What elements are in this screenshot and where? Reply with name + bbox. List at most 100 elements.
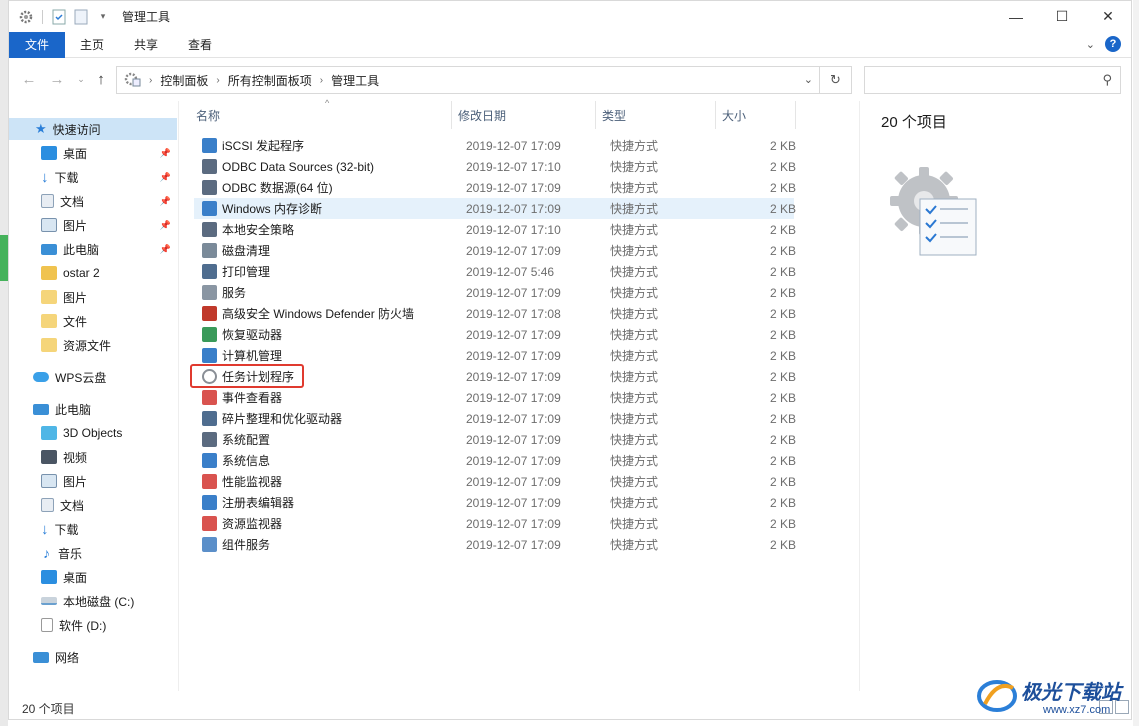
memory-diagnostic-icon bbox=[202, 201, 217, 216]
nav-label: 图片 bbox=[63, 290, 88, 305]
file-row[interactable]: iSCSI 发起程序 2019-12-07 17:09 快捷方式 2 KB bbox=[194, 135, 796, 156]
refresh-icon[interactable]: ↻ bbox=[820, 66, 852, 94]
breadcrumb-admin-tools[interactable]: 管理工具 bbox=[331, 72, 379, 89]
help-icon[interactable]: ? bbox=[1105, 36, 1121, 52]
nav-item-folder-resources[interactable]: 资源文件 bbox=[9, 334, 177, 356]
column-size[interactable]: 大小 bbox=[716, 101, 796, 129]
cloud-icon bbox=[33, 372, 49, 382]
file-row[interactable]: Windows 内存诊断 2019-12-07 17:09 快捷方式 2 KB bbox=[194, 198, 796, 219]
picture-icon bbox=[41, 474, 57, 488]
file-row[interactable]: 磁盘清理 2019-12-07 17:09 快捷方式 2 KB bbox=[194, 240, 796, 261]
file-row[interactable]: 注册表编辑器 2019-12-07 17:09 快捷方式 2 KB bbox=[194, 492, 796, 513]
nav-item-pictures[interactable]: 图片 📌 bbox=[9, 214, 177, 236]
nav-item-3d-objects[interactable]: 3D Objects bbox=[9, 422, 177, 444]
nav-item-pc-desktop[interactable]: 桌面 bbox=[9, 566, 177, 588]
nav-label: 文档 bbox=[60, 498, 85, 513]
file-type: 快捷方式 bbox=[610, 454, 659, 468]
nav-label: 桌面 bbox=[63, 146, 88, 161]
file-row[interactable]: 资源监视器 2019-12-07 17:09 快捷方式 2 KB bbox=[194, 513, 796, 534]
download-icon: ↓ bbox=[41, 520, 49, 538]
control-panel-gear-icon[interactable] bbox=[17, 8, 35, 26]
file-row[interactable]: 恢复驱动器 2019-12-07 17:09 快捷方式 2 KB bbox=[194, 324, 796, 345]
explorer-window: ▾ 管理工具 — ☐ ✕ 文件 主页 共享 查看 ⌄ ? ← → ⌄ ↑ › 控… bbox=[8, 0, 1132, 720]
nav-item-ostar[interactable]: ostar 2 bbox=[9, 262, 177, 284]
file-row[interactable]: 碎片整理和优化驱动器 2019-12-07 17:09 快捷方式 2 KB bbox=[194, 408, 796, 429]
forward-arrow-icon[interactable]: → bbox=[47, 69, 67, 89]
tab-file[interactable]: 文件 bbox=[9, 31, 66, 58]
minimize-button[interactable]: — bbox=[993, 1, 1039, 32]
column-name[interactable]: 名称 bbox=[190, 101, 452, 129]
column-type[interactable]: 类型 bbox=[596, 101, 716, 129]
ribbon-tabs: 文件 主页 共享 查看 ⌄ ? bbox=[9, 31, 1131, 58]
file-row[interactable]: 事件查看器 2019-12-07 17:09 快捷方式 2 KB bbox=[194, 387, 796, 408]
tab-view[interactable]: 查看 bbox=[173, 32, 227, 58]
file-row[interactable]: 打印管理 2019-12-07 5:46 快捷方式 2 KB bbox=[194, 261, 796, 282]
new-folder-icon[interactable] bbox=[72, 8, 90, 26]
file-row[interactable]: ODBC Data Sources (32-bit) 2019-12-07 17:… bbox=[194, 156, 796, 177]
customize-toolbar-chevron-icon[interactable]: ▾ bbox=[94, 8, 112, 26]
file-row[interactable]: 计算机管理 2019-12-07 17:09 快捷方式 2 KB bbox=[194, 345, 796, 366]
file-type: 快捷方式 bbox=[610, 412, 659, 426]
file-row[interactable]: 系统信息 2019-12-07 17:09 快捷方式 2 KB bbox=[194, 450, 796, 471]
nav-item-downloads[interactable]: ↓ 下载 📌 bbox=[9, 166, 177, 188]
file-type: 快捷方式 bbox=[610, 160, 659, 174]
file-size: 2 KB bbox=[769, 264, 796, 279]
pin-icon: 📌 bbox=[159, 243, 171, 254]
expand-ribbon-chevron-down-icon[interactable]: ⌄ bbox=[1086, 38, 1095, 51]
services-gear-icon bbox=[202, 285, 217, 300]
breadcrumb-control-panel[interactable]: 控制面板 bbox=[160, 72, 208, 89]
address-dropdown-chevron-icon[interactable]: ⌄ bbox=[804, 73, 813, 86]
up-arrow-icon[interactable]: ↑ bbox=[91, 69, 111, 89]
nav-item-desktop[interactable]: 桌面 📌 bbox=[9, 142, 177, 164]
file-type: 快捷方式 bbox=[610, 265, 659, 279]
nav-item-pc-documents[interactable]: 文档 bbox=[9, 494, 177, 516]
nav-quick-access[interactable]: ★ 快速访问 bbox=[9, 118, 177, 140]
nav-label: 图片 bbox=[63, 474, 88, 489]
nav-label: 视频 bbox=[63, 450, 88, 465]
file-date: 2019-12-07 17:09 bbox=[466, 327, 561, 342]
network-icon bbox=[33, 651, 49, 663]
3d-objects-icon bbox=[41, 426, 57, 440]
nav-item-videos[interactable]: 视频 bbox=[9, 446, 177, 468]
file-date: 2019-12-07 17:09 bbox=[466, 537, 561, 552]
file-row[interactable]: 性能监视器 2019-12-07 17:09 快捷方式 2 KB bbox=[194, 471, 796, 492]
file-name: Windows 内存诊断 bbox=[222, 202, 323, 216]
nav-item-pc-pictures[interactable]: 图片 bbox=[9, 470, 177, 492]
admin-tools-large-icon bbox=[888, 163, 982, 260]
search-input[interactable]: ⚲ bbox=[864, 66, 1121, 94]
file-row[interactable]: 系统配置 2019-12-07 17:09 快捷方式 2 KB bbox=[194, 429, 796, 450]
status-bar: 20 个项目 bbox=[9, 697, 1131, 719]
nav-wps-cloud[interactable]: WPS云盘 bbox=[9, 366, 177, 388]
recent-locations-chevron-icon[interactable]: ⌄ bbox=[71, 69, 91, 89]
nav-item-music[interactable]: ♪ 音乐 bbox=[9, 542, 177, 564]
nav-this-pc[interactable]: 此电脑 bbox=[9, 398, 177, 420]
document-icon bbox=[41, 498, 54, 512]
column-date[interactable]: 修改日期 bbox=[452, 101, 596, 129]
nav-label: 桌面 bbox=[63, 570, 88, 585]
file-row[interactable]: 高级安全 Windows Defender 防火墙 2019-12-07 17:0… bbox=[194, 303, 796, 324]
window-title: 管理工具 bbox=[122, 10, 171, 24]
nav-item-folder-pictures[interactable]: 图片 bbox=[9, 286, 177, 308]
tab-home[interactable]: 主页 bbox=[65, 32, 119, 58]
address-bar[interactable]: › 控制面板 › 所有控制面板项 › 管理工具 ⌄ bbox=[116, 66, 820, 94]
file-row[interactable]: 服务 2019-12-07 17:09 快捷方式 2 KB bbox=[194, 282, 796, 303]
tab-share[interactable]: 共享 bbox=[119, 32, 173, 58]
file-row[interactable]: 本地安全策略 2019-12-07 17:10 快捷方式 2 KB bbox=[194, 219, 796, 240]
nav-item-this-pc-pinned[interactable]: 此电脑 📌 bbox=[9, 238, 177, 260]
nav-network[interactable]: 网络 bbox=[9, 646, 177, 668]
nav-item-drive-c[interactable]: 本地磁盘 (C:) bbox=[9, 590, 177, 612]
breadcrumb-all-items[interactable]: 所有控制面板项 bbox=[228, 72, 312, 89]
background-window-strip bbox=[0, 0, 8, 726]
nav-item-folder-files[interactable]: 文件 bbox=[9, 310, 177, 332]
nav-item-drive-d[interactable]: 软件 (D:) bbox=[9, 614, 177, 636]
file-row[interactable]: 组件服务 2019-12-07 17:09 快捷方式 2 KB bbox=[194, 534, 796, 555]
back-arrow-icon[interactable]: ← bbox=[19, 69, 39, 89]
properties-icon[interactable] bbox=[50, 8, 68, 26]
nav-item-pc-downloads[interactable]: ↓ 下载 bbox=[9, 518, 177, 540]
maximize-button[interactable]: ☐ bbox=[1039, 1, 1085, 32]
close-button[interactable]: ✕ bbox=[1085, 1, 1131, 32]
nav-item-documents[interactable]: 文档 📌 bbox=[9, 190, 177, 212]
column-header: ^ 名称 修改日期 类型 大小 bbox=[190, 98, 796, 129]
file-row[interactable]: ODBC 数据源(64 位) 2019-12-07 17:09 快捷方式 2 KB bbox=[194, 177, 796, 198]
file-date: 2019-12-07 17:09 bbox=[466, 138, 561, 153]
